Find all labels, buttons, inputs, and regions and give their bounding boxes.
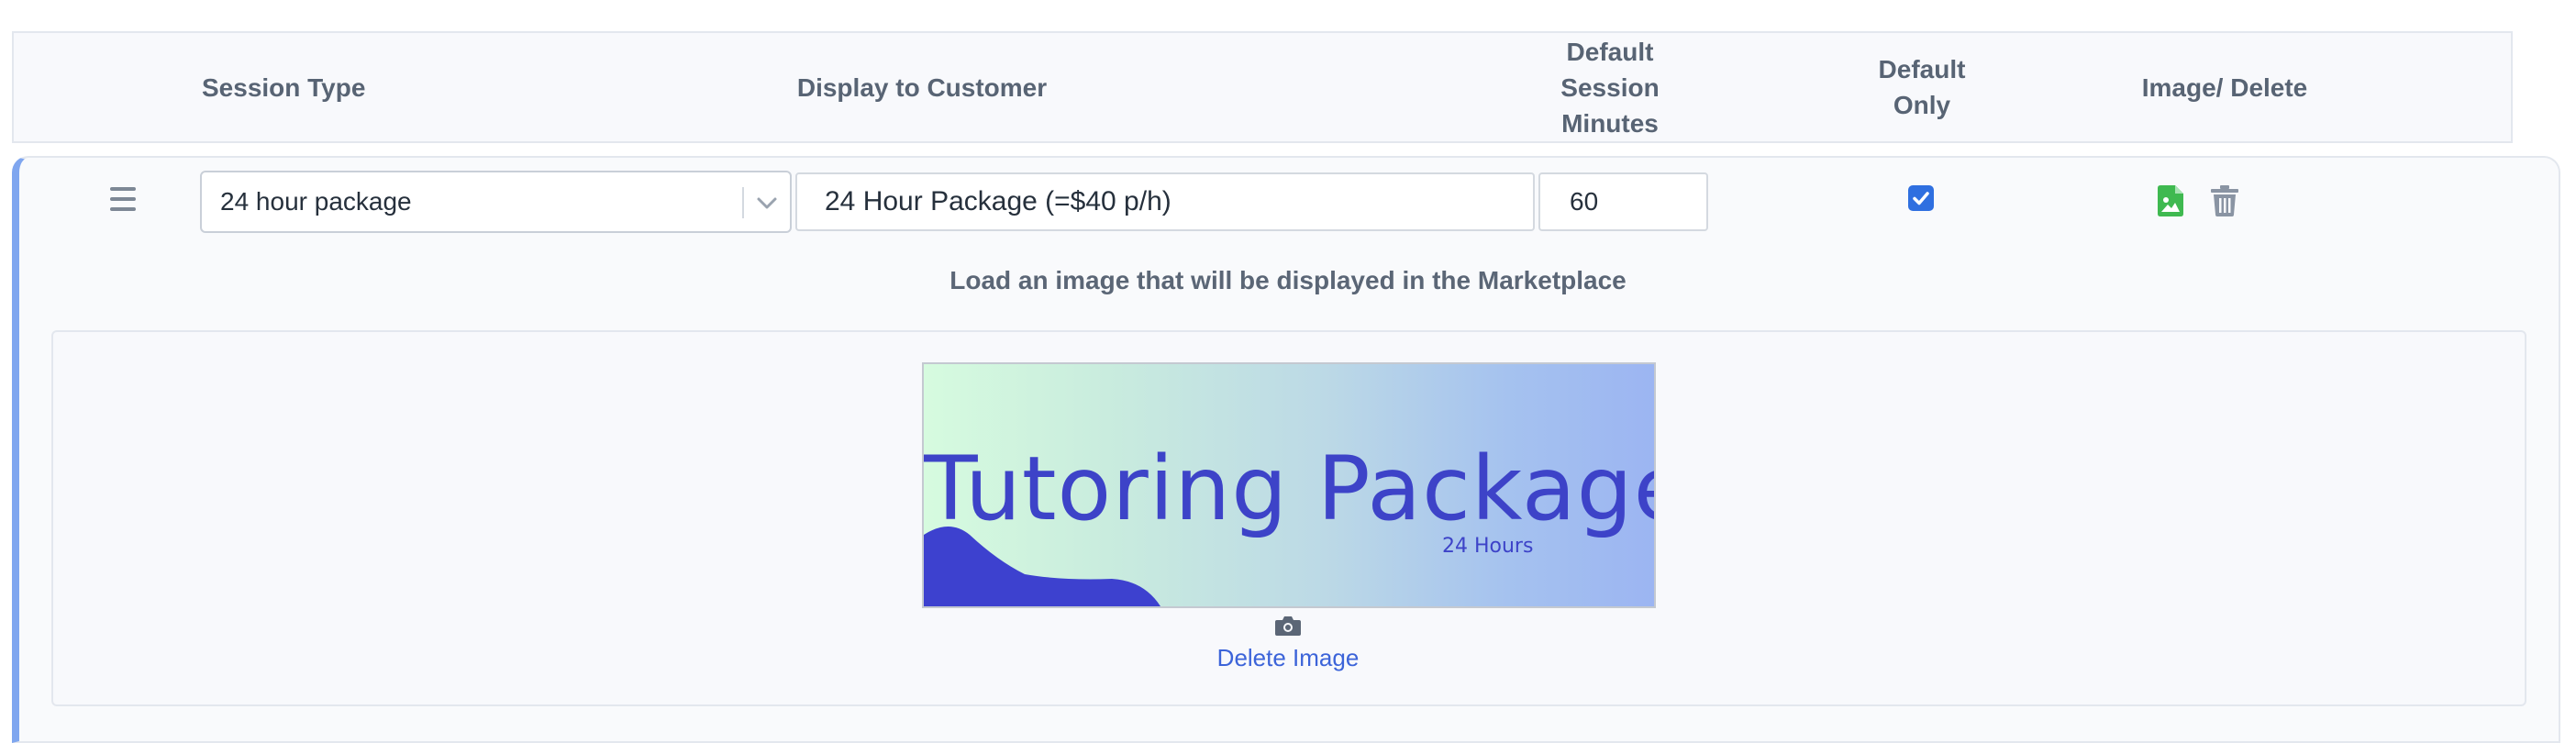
image-file-icon[interactable]: [2158, 185, 2183, 216]
display-to-customer-input[interactable]: 24 Hour Package (=$40 p/h): [795, 172, 1535, 231]
checkbox-checked-icon: [1913, 192, 1929, 205]
default-session-minutes-input[interactable]: 60: [1538, 172, 1708, 231]
select-separator: [742, 187, 744, 218]
default-only-checkbox[interactable]: [1908, 185, 1934, 211]
table-header: Session Type Display to Customer Default…: [12, 31, 2513, 143]
image-upload-label: Load an image that will be displayed in …: [949, 266, 1627, 294]
trash-icon[interactable]: [2211, 185, 2238, 216]
banner-subtitle: 24 Hours: [1442, 535, 1534, 558]
chevron-down-icon[interactable]: [755, 191, 779, 215]
drag-handle-icon[interactable]: [110, 187, 136, 215]
header-session-type: Session Type: [202, 72, 366, 102]
session-type-select-value: 24 hour package: [220, 187, 412, 216]
header-image-delete: Image/ Delete: [2141, 72, 2308, 102]
marketplace-image-preview[interactable]: Tutoring Package 24 Hours: [922, 362, 1656, 608]
header-default-only: Default Only: [1878, 55, 1966, 119]
session-type-select[interactable]: 24 hour package: [200, 171, 792, 233]
delete-image-link[interactable]: Delete Image: [0, 644, 2576, 672]
header-display-to-customer: Display to Customer: [796, 72, 1048, 102]
header-default-session-minutes: Default Session Minutes: [1560, 37, 1660, 138]
banner-title: Tutoring Package: [924, 438, 1656, 540]
camera-icon[interactable]: [1275, 615, 1301, 636]
